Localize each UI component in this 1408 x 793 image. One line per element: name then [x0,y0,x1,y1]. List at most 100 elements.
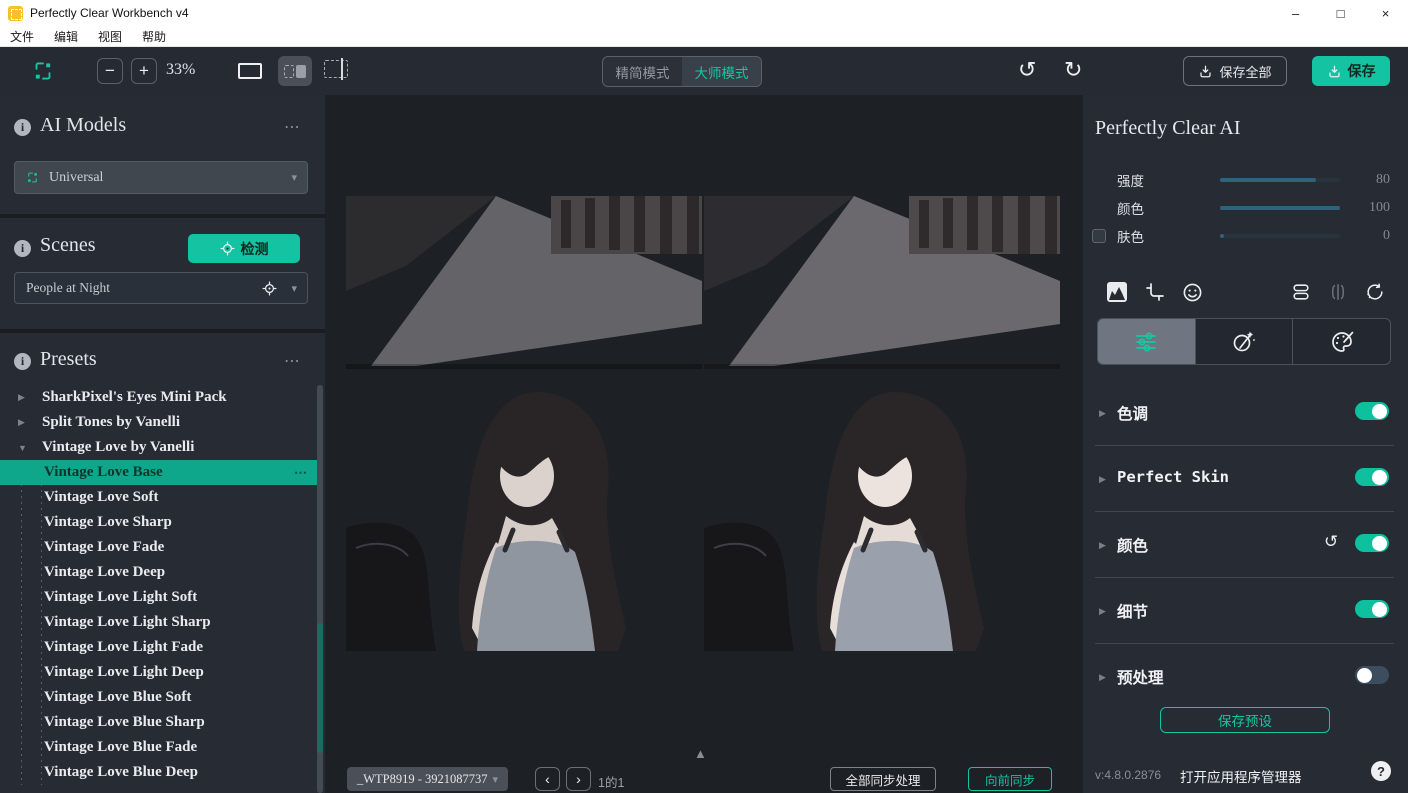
section-preprocess[interactable]: ▶ 预处理 [1083,644,1408,710]
panel-title: Perfectly Clear AI [1095,117,1241,139]
strength-slider[interactable] [1220,178,1340,182]
expand-arrow-icon[interactable]: ▶ [1099,540,1106,551]
minimize-button[interactable]: – [1273,0,1318,26]
info-icon[interactable]: i [14,353,31,370]
section-perfect-skin[interactable]: ▶ Perfect Skin [1083,446,1408,512]
brand-logo-icon [35,62,51,80]
section-label: 色调 [1117,406,1149,423]
preset-group-label: Split Tones by Vanelli [42,414,180,430]
preset-group[interactable]: ▶ Split Tones by Vanelli [0,410,318,435]
skin-tone-checkbox[interactable] [1092,229,1106,243]
histogram-icon[interactable] [1105,280,1129,304]
info-icon[interactable]: i [14,119,31,136]
face-smiley-icon[interactable] [1180,280,1204,304]
reset-icon[interactable]: ↺ [1324,532,1338,552]
scene-dropdown[interactable]: People at Night ▾ [14,272,308,304]
color-slider[interactable] [1220,206,1340,210]
preset-item[interactable]: Vintage Love Light Fade [0,635,318,660]
preset-item[interactable]: Vintage Love Soft [0,485,318,510]
next-image-button[interactable]: › [566,767,591,791]
slider-value: 0 [1383,228,1390,243]
menu-view[interactable]: 视图 [88,26,132,46]
preset-group-label: SharkPixel's Eyes Mini Pack [42,389,227,405]
tab-adjustments[interactable] [1098,319,1195,364]
close-button[interactable]: × [1363,0,1408,26]
app-logo-icon [8,5,23,21]
split-horizontal-icon[interactable] [1289,280,1313,304]
detect-button[interactable]: 检测 [188,234,300,263]
preset-item[interactable]: Vintage Love Blue Fade [0,735,318,760]
tone-toggle[interactable] [1355,402,1389,420]
expand-arrow-icon[interactable]: ▶ [1099,408,1106,419]
color-toggle[interactable] [1355,534,1389,552]
expand-arrow-icon[interactable]: ▶ [1099,672,1106,683]
crosshair-icon [262,280,277,296]
tab-simple-mode[interactable]: 精简模式 [603,57,682,86]
preset-item-menu-icon[interactable]: ⋯ [294,465,308,481]
save-all-button[interactable]: 保存全部 [1183,56,1287,86]
redo-icon[interactable]: ↻ [1064,55,1082,85]
split-view-button[interactable] [278,56,312,86]
section-details[interactable]: ▶ 细节 [1083,578,1408,644]
details-toggle[interactable] [1355,600,1389,618]
undo-icon[interactable]: ↺ [1018,55,1036,85]
tab-retouch[interactable] [1194,319,1293,364]
preset-item[interactable]: Vintage Love Blue Soft [0,685,318,710]
expand-arrow-icon[interactable]: ▶ [18,392,25,403]
perfect-skin-toggle[interactable] [1355,468,1389,486]
preset-item[interactable]: Vintage Love Light Sharp [0,610,318,635]
menu-edit[interactable]: 编辑 [44,26,88,46]
tab-color-palette[interactable] [1292,319,1390,364]
scrollbar-thumb[interactable] [317,623,323,753]
split-view-right-icon [296,64,306,78]
prev-image-button[interactable]: ‹ [535,767,560,791]
preset-item-selected[interactable]: Vintage Love Base ⋯ [0,460,318,485]
ai-models-menu-icon[interactable]: ⋯ [284,117,302,137]
menu-help[interactable]: 帮助 [132,26,176,46]
menu-file[interactable]: 文件 [0,26,44,46]
preset-item-label: Vintage Love Fade [44,539,165,555]
compare-view-icon[interactable] [324,58,348,80]
help-icon[interactable]: ? [1371,761,1391,781]
presets-menu-icon[interactable]: ⋯ [284,351,302,371]
expand-arrow-icon[interactable]: ▶ [1099,606,1106,617]
sync-all-button[interactable]: 全部同步处理 [830,767,936,791]
filmstrip-expand-icon[interactable]: ▲ [694,746,707,761]
save-preset-button[interactable]: 保存预设 [1160,707,1330,733]
maximize-button[interactable]: □ [1318,0,1363,26]
expand-arrow-icon[interactable]: ▶ [18,417,25,428]
crop-icon[interactable] [1143,280,1167,304]
open-app-manager-link[interactable]: 打开应用程序管理器 [1180,766,1302,786]
preset-item[interactable]: Vintage Love Blue Sharp [0,710,318,735]
section-label: 细节 [1117,604,1149,621]
after-photo[interactable] [704,196,1060,651]
preprocess-toggle[interactable] [1355,666,1389,684]
single-view-icon[interactable] [238,63,262,79]
preset-item[interactable]: Vintage Love Blue Deep [0,760,318,785]
preset-group-children: Vintage Love Base ⋯ Vintage Love Soft Vi… [0,460,318,785]
zoom-in-button[interactable]: + [131,58,157,84]
collapse-arrow-icon[interactable]: ▼ [18,443,27,453]
section-color[interactable]: ▶ 颜色 ↺ [1083,512,1408,578]
preset-item[interactable]: Vintage Love Sharp [0,510,318,535]
preset-item[interactable]: Vintage Love Light Deep [0,660,318,685]
reset-rotate-icon[interactable] [1363,280,1387,304]
zoom-out-button[interactable]: − [97,58,123,84]
section-tone[interactable]: ▶ 色调 [1083,380,1408,446]
preset-group[interactable]: ▶ SharkPixel's Eyes Mini Pack [0,385,318,410]
split-vertical-icon[interactable] [1326,280,1350,304]
filename-dropdown[interactable]: _WTP8919 - 3921087737 ▾ [347,767,508,791]
preset-item[interactable]: Vintage Love Fade [0,535,318,560]
ai-model-dropdown[interactable]: Universal ▾ [14,161,308,194]
tab-master-mode[interactable]: 大师模式 [682,57,761,86]
info-icon[interactable]: i [14,240,31,257]
before-photo[interactable] [346,196,702,651]
preset-group-expanded[interactable]: ▼ Vintage Love by Vanelli [0,435,318,460]
preset-item[interactable]: Vintage Love Light Soft [0,585,318,610]
expand-arrow-icon[interactable]: ▶ [1099,474,1106,485]
skin-slider[interactable] [1220,234,1340,238]
sidebar-scrollbar[interactable] [317,385,323,793]
preset-item[interactable]: Vintage Love Deep [0,560,318,585]
save-button[interactable]: 保存 [1312,56,1390,86]
sync-forward-button[interactable]: 向前同步 [968,767,1052,791]
